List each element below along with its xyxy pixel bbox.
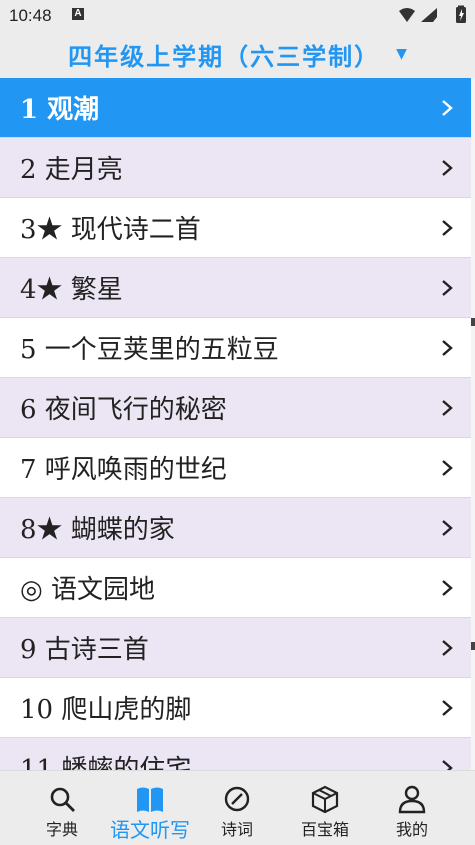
- lesson-title: 8★ 蝴蝶的家: [20, 515, 175, 545]
- chevron-right-icon: [442, 100, 453, 116]
- list-item[interactable]: 11 蟋蟀的住宅: [0, 738, 471, 770]
- nav-item-0[interactable]: 字典: [17, 771, 107, 845]
- status-bar: 10:48 A: [0, 0, 475, 30]
- notification-icon: A: [72, 8, 84, 20]
- wifi-icon: [399, 8, 415, 22]
- person-icon: [398, 785, 426, 814]
- list-item[interactable]: 10 爬山虎的脚: [0, 678, 471, 738]
- status-icons: [399, 5, 466, 23]
- nav-label: 百宝箱: [300, 820, 349, 839]
- lesson-title: 5 一个豆荚里的五粒豆: [20, 335, 279, 365]
- list-item[interactable]: 4★ 繁星: [0, 258, 471, 318]
- list-item[interactable]: 9 古诗三首: [0, 618, 471, 678]
- scrollbar[interactable]: [471, 78, 475, 770]
- header[interactable]: 四年级上学期（六三学制） ▼: [0, 30, 475, 78]
- list-item[interactable]: 7 呼风唤雨的世纪: [0, 438, 471, 498]
- lesson-list[interactable]: 1 观潮 2 走月亮 3★ 现代诗二首 4★ 繁星 5 一个豆荚里的五粒豆 6 夜间飞行的…: [0, 78, 471, 770]
- list-item[interactable]: 1 观潮: [0, 78, 471, 138]
- lesson-title: 3★ 现代诗二首: [20, 215, 201, 245]
- lesson-title: 10 爬山虎的脚: [20, 695, 192, 725]
- chevron-right-icon: [442, 460, 453, 476]
- chevron-right-icon: [442, 340, 453, 356]
- chevron-right-icon: [442, 580, 453, 596]
- chevron-right-icon: [442, 400, 453, 416]
- list-item[interactable]: 2 走月亮: [0, 138, 471, 198]
- list-item[interactable]: 5 一个豆荚里的五粒豆: [0, 318, 471, 378]
- status-time: 10:48: [9, 6, 52, 25]
- nav-label: 字典: [45, 820, 78, 839]
- bottom-nav: 字典 语文听写 诗词 百宝箱 我的: [0, 770, 475, 845]
- lesson-title: 2 走月亮: [20, 155, 123, 185]
- search-icon: [50, 787, 75, 812]
- lesson-title: 6 夜间飞行的秘密: [20, 395, 227, 425]
- nav-item-1[interactable]: 语文听写: [105, 771, 195, 845]
- list-item[interactable]: 8★ 蝴蝶的家: [0, 498, 471, 558]
- chevron-right-icon: [442, 280, 453, 296]
- compass-icon: [224, 786, 250, 812]
- lesson-title: 4★ 繁星: [20, 275, 123, 305]
- chevron-right-icon: [442, 160, 453, 176]
- scroll-marker: [471, 318, 475, 326]
- lesson-title: 9 古诗三首: [20, 635, 149, 665]
- book-icon: [137, 787, 163, 812]
- chevron-right-icon: [442, 700, 453, 716]
- chevron-right-icon: [442, 520, 453, 536]
- list-item[interactable]: 3★ 现代诗二首: [0, 198, 471, 258]
- chevron-right-icon: [442, 640, 453, 656]
- dropdown-arrow-icon[interactable]: ▼: [396, 46, 407, 62]
- list-item[interactable]: 6 夜间飞行的秘密: [0, 378, 471, 438]
- chevron-right-icon: [442, 220, 453, 236]
- list-item[interactable]: ◎ 语文园地: [0, 558, 471, 618]
- lesson-title: 1 观潮: [20, 95, 100, 125]
- scroll-marker: [471, 642, 475, 650]
- nav-label: 诗词: [220, 820, 253, 839]
- chevron-right-icon: [442, 760, 453, 770]
- box-icon: [311, 785, 339, 814]
- lesson-title: 7 呼风唤雨的世纪: [20, 455, 227, 485]
- cellular-icon: [421, 8, 437, 22]
- nav-label: 我的: [395, 820, 428, 839]
- nav-item-4[interactable]: 我的: [367, 771, 457, 845]
- semester-title[interactable]: 四年级上学期（六三学制）: [68, 37, 380, 72]
- nav-label: 语文听写: [110, 818, 190, 842]
- lesson-title: 11 蟋蟀的住宅: [20, 755, 192, 770]
- nav-item-2[interactable]: 诗词: [192, 771, 282, 845]
- lesson-title: ◎ 语文园地: [20, 575, 155, 605]
- nav-item-3[interactable]: 百宝箱: [280, 771, 370, 845]
